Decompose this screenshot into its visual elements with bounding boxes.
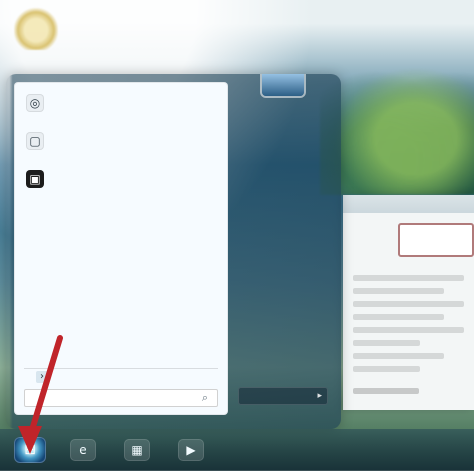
right-link[interactable] <box>238 162 328 178</box>
user-picture[interactable] <box>262 74 304 96</box>
document-text-lines <box>353 275 464 372</box>
right-link[interactable] <box>238 240 328 256</box>
document-line <box>353 275 464 281</box>
document-footer <box>353 388 419 394</box>
right-link[interactable] <box>238 266 328 282</box>
right-link[interactable] <box>238 136 328 152</box>
right-link[interactable] <box>238 344 328 360</box>
right-link[interactable] <box>238 110 328 126</box>
document-line <box>353 327 464 333</box>
taskbar: ⊞ e ▦ ▶ <box>0 429 474 471</box>
start-menu-left-pane: ◎ ▢ ▣ › ⌕ <box>14 82 228 415</box>
wallpaper-plants <box>320 55 474 195</box>
blank-doc-icon: ▢ <box>26 132 44 150</box>
recent-item[interactable]: ▢ <box>20 128 222 154</box>
windows-logo-icon: ⊞ <box>24 442 36 458</box>
shutdown-button[interactable]: ▸ <box>238 387 328 405</box>
search-icon: ⌕ <box>201 391 209 404</box>
start-menu-right-links <box>232 110 334 386</box>
document-line <box>353 301 464 307</box>
globe-icon: ◎ <box>26 94 44 112</box>
start-menu[interactable]: ◎ ▢ ▣ › ⌕ ▸ <box>6 74 341 429</box>
document-line <box>353 366 420 372</box>
taskbar-pinned: e ▦ ▶ <box>70 439 204 461</box>
right-link[interactable] <box>238 318 328 334</box>
document-line <box>353 288 445 294</box>
desktop: ◎ ▢ ▣ › ⌕ ▸ ⊞ e ▦ ▶ <box>0 0 474 471</box>
file-explorer-icon[interactable]: ▦ <box>124 439 150 461</box>
desktop-app-icon[interactable] <box>14 6 58 50</box>
internet-explorer-icon[interactable]: e <box>70 439 96 461</box>
right-link[interactable] <box>238 188 328 204</box>
recent-item[interactable]: ◎ <box>20 90 222 116</box>
document-line <box>353 314 445 320</box>
start-button[interactable]: ⊞ <box>14 437 46 463</box>
recent-programs-list: ◎ ▢ ▣ <box>14 82 228 192</box>
chevron-right-icon: › <box>36 371 48 383</box>
right-link[interactable] <box>238 292 328 308</box>
media-player-icon[interactable]: ▶ <box>178 439 204 461</box>
right-link[interactable] <box>238 214 328 230</box>
document-line <box>353 353 445 359</box>
start-search-box[interactable]: ⌕ <box>24 389 218 407</box>
right-link[interactable] <box>238 370 328 386</box>
document-line <box>353 340 420 346</box>
highlight-box <box>398 223 474 257</box>
start-menu-right-pane: ▸ <box>232 74 334 415</box>
chevron-right-icon[interactable]: ▸ <box>317 391 322 401</box>
recent-item[interactable]: ▣ <box>20 166 222 192</box>
all-programs-link[interactable]: › <box>30 369 62 385</box>
background-document-window[interactable] <box>343 195 474 410</box>
search-input[interactable] <box>30 393 198 403</box>
terminal-icon: ▣ <box>26 170 44 188</box>
